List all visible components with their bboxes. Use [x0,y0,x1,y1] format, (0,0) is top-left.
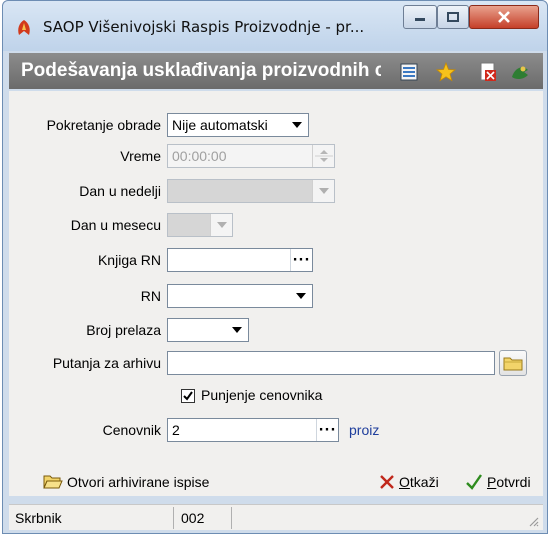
putanja-field[interactable] [167,351,495,375]
saop-app-icon [18,20,30,35]
broj-prelaza-dropdown-button[interactable] [226,319,248,341]
settings-panel: Pokretanje obrade Nije automatski Vreme … [9,91,543,496]
header-bar: Podešavanja usklađivanja proizvodnih c..… [9,53,543,89]
putanja-label: Putanja za arhivu [52,355,161,371]
knjiga-rn-label: Knjiga RN [97,252,161,268]
pokretanje-value: Nije automatski [172,117,268,133]
cancel-button[interactable]: Otkaži [379,469,439,495]
checkmark-icon [183,391,193,401]
knjiga-rn-browse-button[interactable]: ··· [290,249,312,271]
dan-nedelji-select[interactable] [167,179,335,203]
cenovnik-field[interactable]: 2 ··· [167,418,339,442]
dan-mesecu-dropdown-button[interactable] [210,214,232,236]
status-divider [231,507,232,529]
exit-icon[interactable] [509,61,531,83]
pokretanje-dropdown-button[interactable] [286,114,308,136]
vreme-label: Vreme [120,148,161,164]
folder-icon [503,357,523,371]
close-button[interactable] [469,5,539,29]
pokretanje-label: Pokretanje obrade [46,117,161,133]
star-icon[interactable] [435,61,457,83]
maximize-button[interactable] [437,5,469,29]
cenovnik-value: 2 [172,422,180,438]
knjiga-rn-field[interactable]: ··· [167,248,313,272]
window-title: SAOP Višenivojski Raspis Proizvodnje - p… [43,18,365,36]
action-bar: Otvori arhivirane ispise Otkaži Potvrdi [9,463,543,503]
vreme-value: 00:00:00 [172,148,227,164]
chevron-down-icon [292,122,302,128]
chevron-down-icon [216,222,227,228]
status-bar: Skrbnik 002 [9,504,543,530]
header-title: Podešavanja usklađivanja proizvodnih c..… [21,60,381,81]
putanja-folder-button[interactable] [499,350,527,376]
close-icon [498,11,510,23]
minimize-button[interactable] [403,5,437,29]
chevron-down-icon [318,188,329,194]
open-archive-label: Otvori arhivirane ispise [67,474,210,490]
title-bar[interactable]: SAOP Višenivojski Raspis Proizvodnje - p… [3,1,547,51]
broj-prelaza-select[interactable] [167,318,249,342]
vreme-spin-buttons[interactable] [312,145,334,167]
punjenje-checkbox[interactable] [181,389,195,403]
broj-prelaza-label: Broj prelaza [86,322,161,338]
dialog-window: SAOP Višenivojski Raspis Proizvodnje - p… [2,0,548,534]
chevron-down-icon [232,327,242,333]
confirm-check-icon [466,474,482,490]
vreme-spinner[interactable]: 00:00:00 [167,144,335,168]
spin-updown-icon [315,150,333,162]
cenovnik-label: Cenovnik [102,422,161,438]
punjenje-label[interactable]: Punjenje cenovnika [201,387,322,403]
maximize-icon [447,12,459,22]
delete-doc-icon[interactable] [477,61,499,83]
dan-mesecu-select[interactable] [167,213,233,237]
rn-select[interactable] [167,284,313,308]
open-archive-button[interactable]: Otvori arhivirane ispise [43,469,209,495]
pokretanje-select[interactable]: Nije automatski [167,113,309,137]
rn-dropdown-button[interactable] [290,285,312,307]
list-view-icon[interactable] [399,61,421,83]
rn-label: RN [140,288,161,304]
status-code: 002 [181,510,205,526]
status-divider [173,507,174,529]
resize-grip-icon[interactable] [527,515,539,527]
cenovnik-browse-button[interactable]: ··· [316,419,338,441]
dan-nedelji-label: Dan u nedelji [79,183,161,199]
cancel-x-icon [380,475,394,489]
minimize-icon [415,18,425,21]
folder-open-icon [43,475,63,489]
dan-mesecu-label: Dan u mesecu [70,217,161,233]
confirm-button[interactable]: Potvrdi [465,469,531,495]
cenovnik-link[interactable]: proiz [349,422,379,438]
cancel-label: Otkaži [399,474,439,490]
status-user: Skrbnik [15,510,62,526]
dan-nedelji-dropdown-button[interactable] [312,180,334,202]
chevron-down-icon [296,293,306,299]
confirm-label: Potvrdi [487,474,531,490]
